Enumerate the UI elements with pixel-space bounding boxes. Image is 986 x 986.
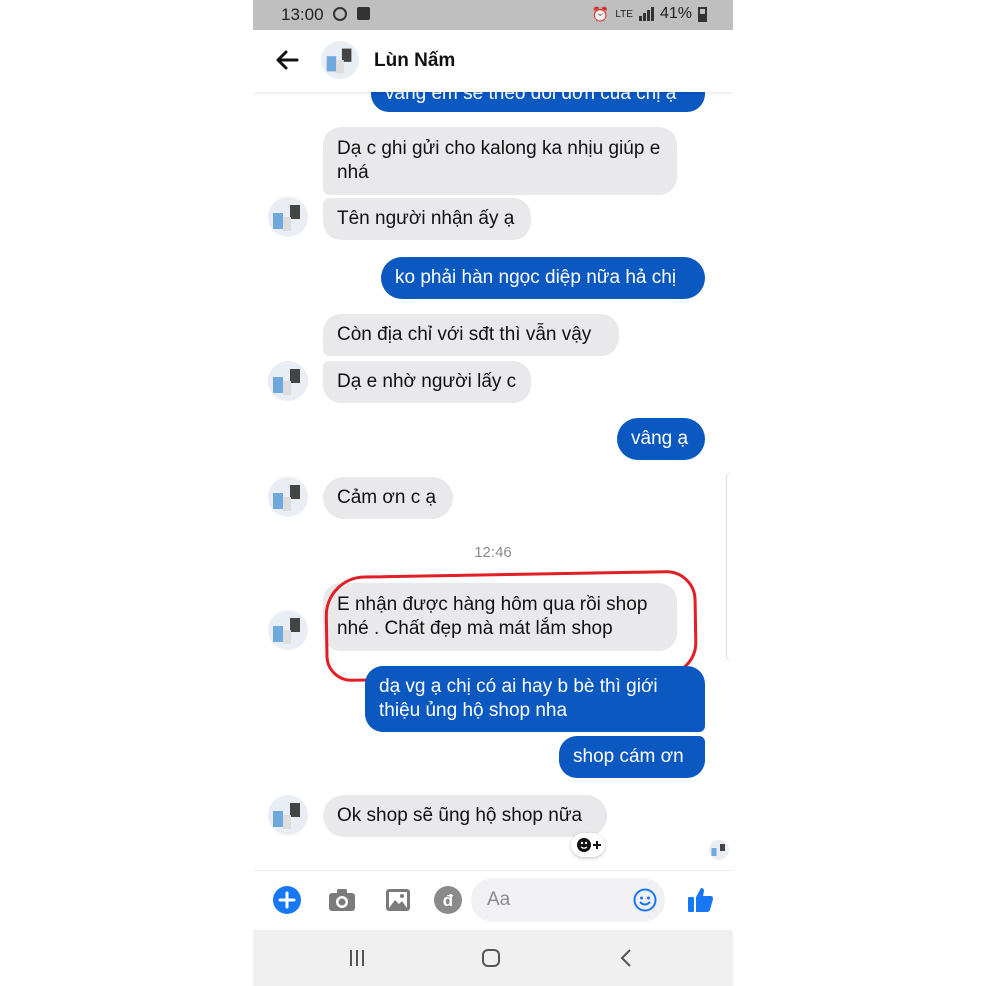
contact-avatar-small <box>268 795 308 835</box>
message-bubble-incoming[interactable]: Còn địa chỉ với sđt thì vẫn vậy <box>323 314 619 356</box>
emoji-icon[interactable] <box>633 888 657 912</box>
phone-screen: 13:00 ⏰ LTE 41% Lùn Nấm vâng em sẽ theo … <box>253 0 733 986</box>
contact-avatar-small <box>268 197 308 237</box>
message-bubble-incoming[interactable]: Dạ e nhờ người lấy c <box>323 361 531 403</box>
contact-avatar-small <box>268 361 308 401</box>
payment-dong-icon[interactable]: đ <box>433 885 463 915</box>
network-type-icon: LTE <box>615 8 633 20</box>
message-bubble-incoming[interactable]: Tên người nhận ấy ạ <box>323 198 531 240</box>
add-reaction-button[interactable] <box>571 833 605 857</box>
gallery-icon[interactable] <box>383 885 413 915</box>
message-input-field[interactable] <box>471 878 665 922</box>
message-timestamp: 12:46 <box>474 544 512 561</box>
add-reaction-icon <box>577 838 601 852</box>
contact-avatar-small <box>268 477 308 517</box>
thumbs-up-icon[interactable] <box>685 885 715 915</box>
plus-icon[interactable] <box>272 885 302 915</box>
svg-text:đ: đ <box>443 891 454 910</box>
seen-avatar <box>709 840 729 860</box>
contact-name[interactable]: Lùn Nấm <box>374 50 455 72</box>
status-bar: 13:00 ⏰ LTE 41% <box>253 0 733 30</box>
messenger-notification-icon <box>333 7 347 21</box>
recent-apps-icon[interactable] <box>345 946 369 970</box>
message-bubble-outgoing[interactable]: vâng ạ <box>617 418 705 460</box>
system-navigation-bar <box>253 930 733 986</box>
check-notification-icon <box>357 7 370 20</box>
status-time: 13:00 <box>281 5 324 24</box>
message-bubble-incoming[interactable]: Ok shop sẽ ũng hộ shop nữa <box>323 795 607 837</box>
message-bubble-incoming[interactable]: Cảm ơn c ạ <box>323 477 453 519</box>
conversation-header: Lùn Nấm <box>253 30 733 92</box>
camera-icon[interactable] <box>327 885 357 915</box>
back-arrow-icon[interactable] <box>273 46 301 74</box>
alarm-icon: ⏰ <box>591 5 610 22</box>
battery-icon <box>698 6 707 22</box>
composer-bar: đ <box>253 870 733 931</box>
battery-percent: 41% <box>659 5 692 22</box>
message-bubble-incoming[interactable]: Dạ c ghi gửi cho kalong ka nhịu giúp e n… <box>323 127 677 195</box>
contact-avatar-small <box>268 610 308 650</box>
message-list[interactable]: vâng em sẽ theo dõi đơn của chị ạ Dạ c g… <box>253 74 733 870</box>
back-icon[interactable] <box>615 946 639 970</box>
message-bubble-outgoing[interactable]: ko phải hàn ngọc diệp nữa hả chị <box>381 257 705 299</box>
contact-avatar[interactable] <box>321 41 359 79</box>
home-icon[interactable] <box>479 946 503 970</box>
message-input[interactable] <box>485 886 629 914</box>
message-bubble-outgoing[interactable]: dạ vg ạ chị có ai hay b bè thì giới thiệ… <box>365 666 705 732</box>
signal-icon <box>638 7 654 21</box>
status-right: ⏰ LTE 41% <box>592 5 707 23</box>
message-bubble-outgoing[interactable]: shop cám ơn <box>559 736 705 778</box>
scrollbar[interactable] <box>726 472 733 662</box>
